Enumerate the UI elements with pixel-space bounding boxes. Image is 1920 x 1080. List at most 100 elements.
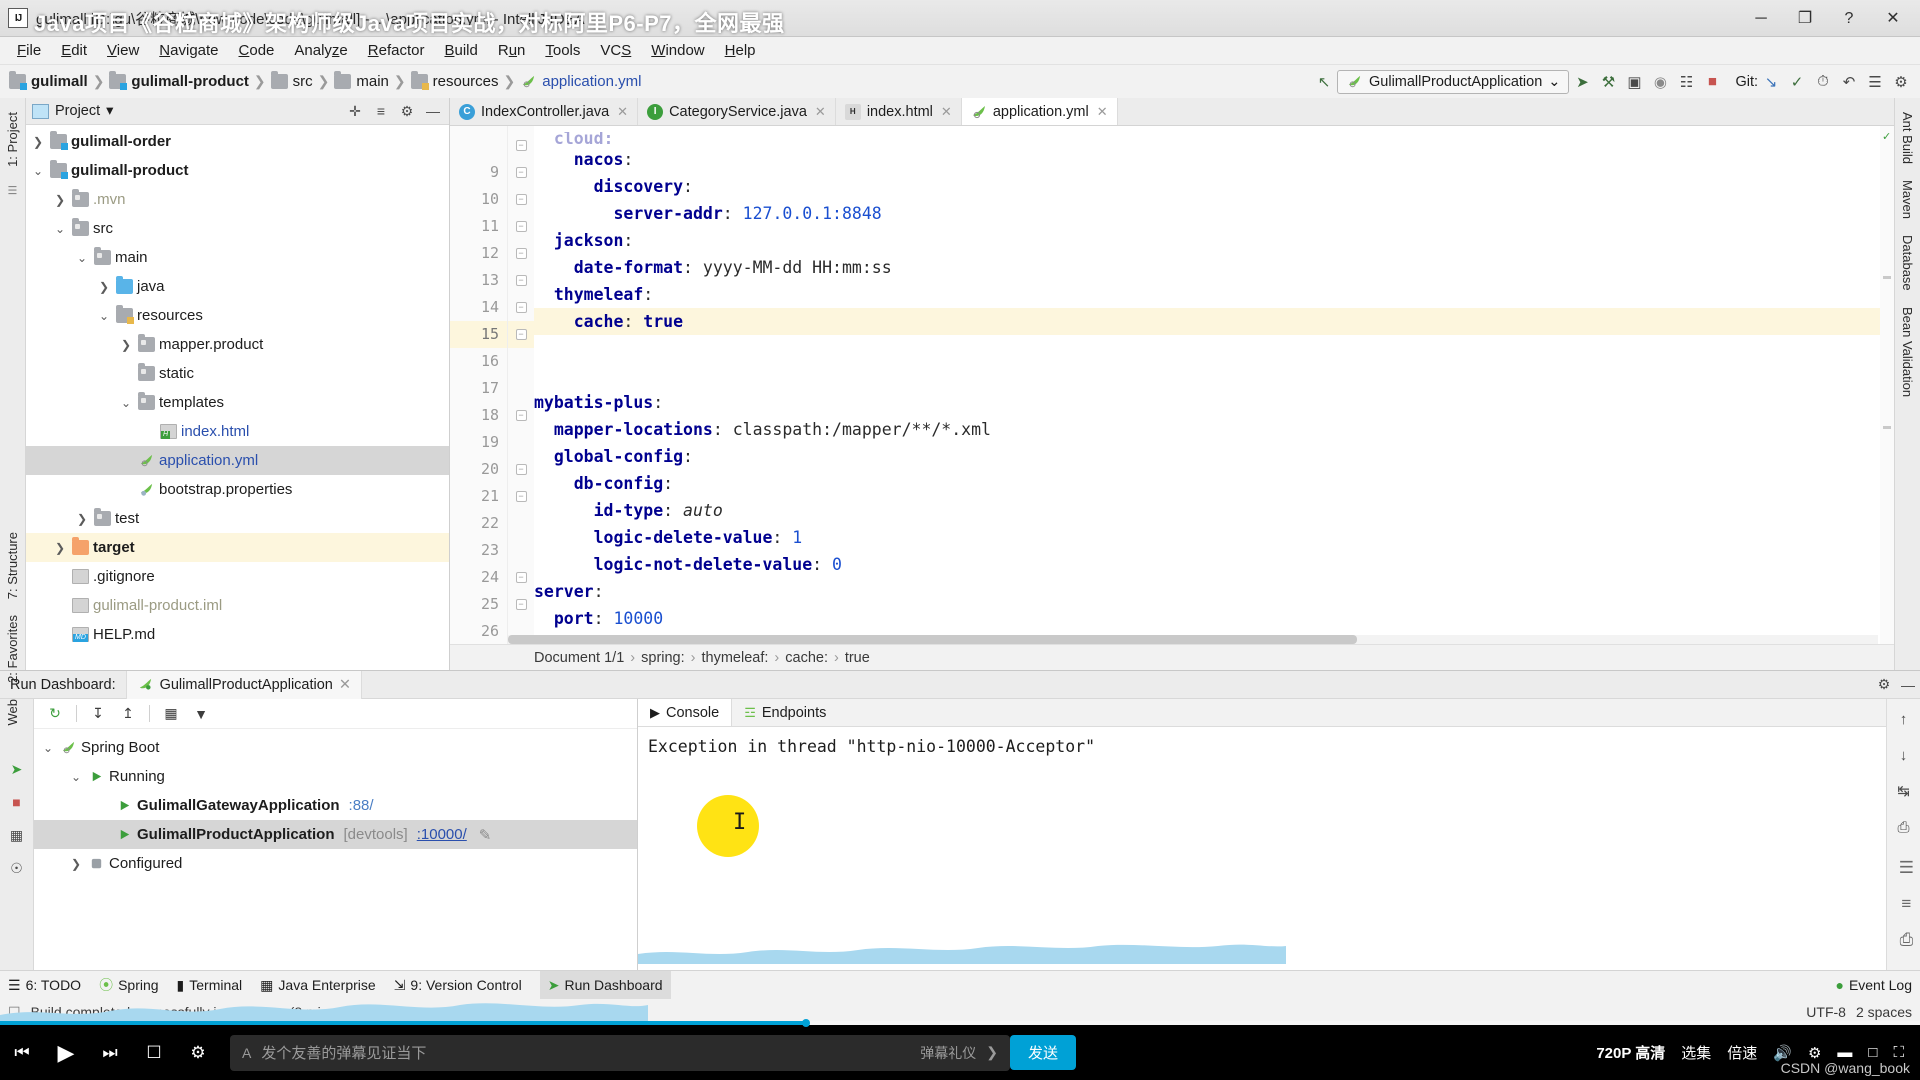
- run-dashboard-tree-item[interactable]: · GulimallProductApplication [devtools]:10…: [34, 820, 637, 849]
- download-icon[interactable]: ⎙: [1900, 930, 1914, 950]
- git-history-icon[interactable]: ⏱: [1810, 69, 1836, 95]
- subtitle-icon[interactable]: ☰: [1899, 858, 1914, 878]
- sidebar-item-maven[interactable]: Maven: [1898, 174, 1917, 225]
- project-tree-item[interactable]: · gulimall-product.iml: [26, 591, 449, 620]
- project-tree-item[interactable]: ❯ test: [26, 504, 449, 533]
- project-tree-item[interactable]: · static: [26, 359, 449, 388]
- speed-button[interactable]: 倍速: [1727, 1042, 1757, 1063]
- scroll-up-icon[interactable]: ↑: [1892, 707, 1916, 731]
- menu-tools[interactable]: Tools: [536, 39, 589, 62]
- editor-breadcrumb-item[interactable]: Document 1/1: [534, 650, 624, 666]
- chevron-down-icon[interactable]: ⌄: [96, 309, 112, 323]
- next-button[interactable]: ⏭: [88, 1025, 132, 1080]
- menu-analyze[interactable]: Analyze: [285, 39, 356, 62]
- video-preview-widget[interactable]: [1797, 868, 1865, 930]
- attach-icon[interactable]: ☷: [1673, 69, 1699, 95]
- close-icon[interactable]: ✕: [339, 677, 351, 693]
- project-tree-item[interactable]: ⌄ src: [26, 214, 449, 243]
- group-by-icon[interactable]: ▦: [158, 702, 184, 726]
- code-folding-column[interactable]: − − − − − − − − − − − − −: [508, 126, 534, 644]
- project-tree-item[interactable]: ❯ java: [26, 272, 449, 301]
- sidebar-item-favorites[interactable]: 2: Favorites: [3, 609, 22, 689]
- project-tree-item[interactable]: ⌄ gulimall-product: [26, 156, 449, 185]
- chevron-right-icon[interactable]: ❯: [30, 135, 46, 149]
- chevron-down-icon[interactable]: ⌄: [40, 741, 56, 755]
- project-tree-item[interactable]: ❯ gulimall-order: [26, 127, 449, 156]
- expand-all-icon[interactable]: ↧: [85, 702, 111, 726]
- danmaku-input[interactable]: 发个友善的弹幕见证当下: [261, 1042, 910, 1063]
- sidebar-item-database[interactable]: Database: [1898, 229, 1917, 297]
- fold-marker-icon[interactable]: −: [508, 294, 534, 321]
- camera-icon[interactable]: ☉: [5, 856, 29, 880]
- fold-marker-icon[interactable]: −: [508, 159, 534, 186]
- git-update-icon[interactable]: ↘: [1758, 69, 1784, 95]
- episodes-button[interactable]: 选集: [1681, 1042, 1711, 1063]
- project-tree-item[interactable]: · bootstrap.properties: [26, 475, 449, 504]
- breadcrumb-resources[interactable]: resources: [408, 71, 502, 90]
- run-dashboard-tree-item[interactable]: ❯ Configured: [34, 849, 637, 878]
- console-tab[interactable]: ▶ Console: [638, 699, 733, 726]
- chevron-down-icon[interactable]: ⌄: [68, 770, 84, 784]
- play-button[interactable]: ▶: [44, 1025, 88, 1080]
- fold-marker-icon[interactable]: −: [508, 213, 534, 240]
- danmaku-etiquette-link[interactable]: 弹幕礼仪: [920, 1043, 976, 1063]
- sidebar-item-structure[interactable]: 7: Structure: [3, 526, 22, 605]
- breadcrumb-src[interactable]: src: [268, 71, 316, 90]
- sidebar-item-web[interactable]: Web: [3, 693, 22, 732]
- project-tree-item[interactable]: ⌄ templates: [26, 388, 449, 417]
- project-tree-item[interactable]: ❯ target: [26, 533, 449, 562]
- layout-icon[interactable]: ▦: [5, 823, 29, 847]
- video-progress-bar[interactable]: [0, 1021, 1920, 1025]
- menu-window[interactable]: Window: [642, 39, 713, 62]
- chevron-right-icon[interactable]: ❯: [68, 857, 84, 871]
- fold-marker-icon[interactable]: −: [508, 483, 534, 510]
- edit-icon[interactable]: ✎: [479, 826, 492, 844]
- settings-icon[interactable]: ⚙: [1872, 673, 1896, 697]
- send-danmaku-button[interactable]: 发送: [1010, 1035, 1077, 1070]
- editor-tab[interactable]: Hindex.html ✕: [836, 98, 962, 125]
- run-configuration-selector[interactable]: GulimallProductApplication ⌄: [1337, 69, 1570, 94]
- project-tree-item[interactable]: · application.yml: [26, 446, 449, 475]
- danmaku-toggle-icon[interactable]: ☐: [132, 1025, 176, 1080]
- locate-icon[interactable]: ✛: [345, 101, 365, 121]
- run-dashboard-item-link[interactable]: :10000/: [417, 826, 467, 843]
- code-content[interactable]: cloud: nacos: discovery: server-addr: 12…: [534, 126, 1880, 644]
- minimize-button[interactable]: ─: [1740, 4, 1782, 34]
- editor-tab[interactable]: C IndexController.java ✕: [450, 98, 639, 125]
- profile-icon[interactable]: ◉: [1647, 69, 1673, 95]
- editor-breadcrumb-item[interactable]: true: [845, 650, 870, 666]
- project-tree-item[interactable]: ⌄ main: [26, 243, 449, 272]
- menu-refactor[interactable]: Refactor: [359, 39, 434, 62]
- git-revert-icon[interactable]: ↶: [1836, 69, 1862, 95]
- maximize-button[interactable]: ❐: [1784, 4, 1826, 34]
- editor-tab[interactable]: application.yml ✕: [961, 98, 1118, 125]
- debug-icon[interactable]: ⚒: [1595, 69, 1621, 95]
- close-icon[interactable]: ✕: [617, 104, 628, 120]
- run-dashboard-tab[interactable]: GulimallProductApplication ✕: [125, 670, 363, 699]
- menu-run[interactable]: Run: [489, 39, 535, 62]
- fullscreen-icon[interactable]: ⛶: [1893, 1044, 1904, 1061]
- quality-selector[interactable]: 720P 高清: [1596, 1042, 1665, 1063]
- editor-breadcrumb-item[interactable]: thymeleaf:: [702, 650, 769, 666]
- coverage-icon[interactable]: ▣: [1621, 69, 1647, 95]
- menu-navigate[interactable]: Navigate: [150, 39, 227, 62]
- project-tree-item[interactable]: ⌄ resources: [26, 301, 449, 330]
- chevron-down-icon[interactable]: ⌄: [52, 222, 68, 236]
- menu-edit[interactable]: Edit: [52, 39, 96, 62]
- breadcrumb-gulimall-product[interactable]: gulimall-product: [106, 71, 252, 90]
- previous-button[interactable]: ⏮: [0, 1025, 44, 1080]
- chevron-down-icon[interactable]: ▾: [106, 103, 113, 119]
- console-tab[interactable]: ☲ Endpoints: [732, 699, 838, 726]
- filter-icon[interactable]: ▼: [188, 702, 214, 726]
- run-dashboard-tree-item[interactable]: · GulimallGatewayApplication:88/: [34, 791, 637, 820]
- volume-icon[interactable]: 🔊: [1773, 1044, 1792, 1062]
- code-editor[interactable]: 9 10 11 12 13 14 15 16 17 18 19 20 21 22 23 24 25 26 − − − −…: [450, 126, 1894, 644]
- chevron-down-icon[interactable]: ⌄: [118, 396, 134, 410]
- menu-vcs[interactable]: VCS: [591, 39, 640, 62]
- chevron-right-icon[interactable]: ❯: [74, 512, 90, 526]
- stop-icon[interactable]: ■: [1699, 69, 1725, 95]
- close-icon[interactable]: ✕: [815, 104, 826, 120]
- chevron-right-icon[interactable]: ❯: [118, 338, 134, 352]
- project-tree-item[interactable]: ❯ mapper.product: [26, 330, 449, 359]
- fold-marker-icon[interactable]: −: [508, 321, 534, 348]
